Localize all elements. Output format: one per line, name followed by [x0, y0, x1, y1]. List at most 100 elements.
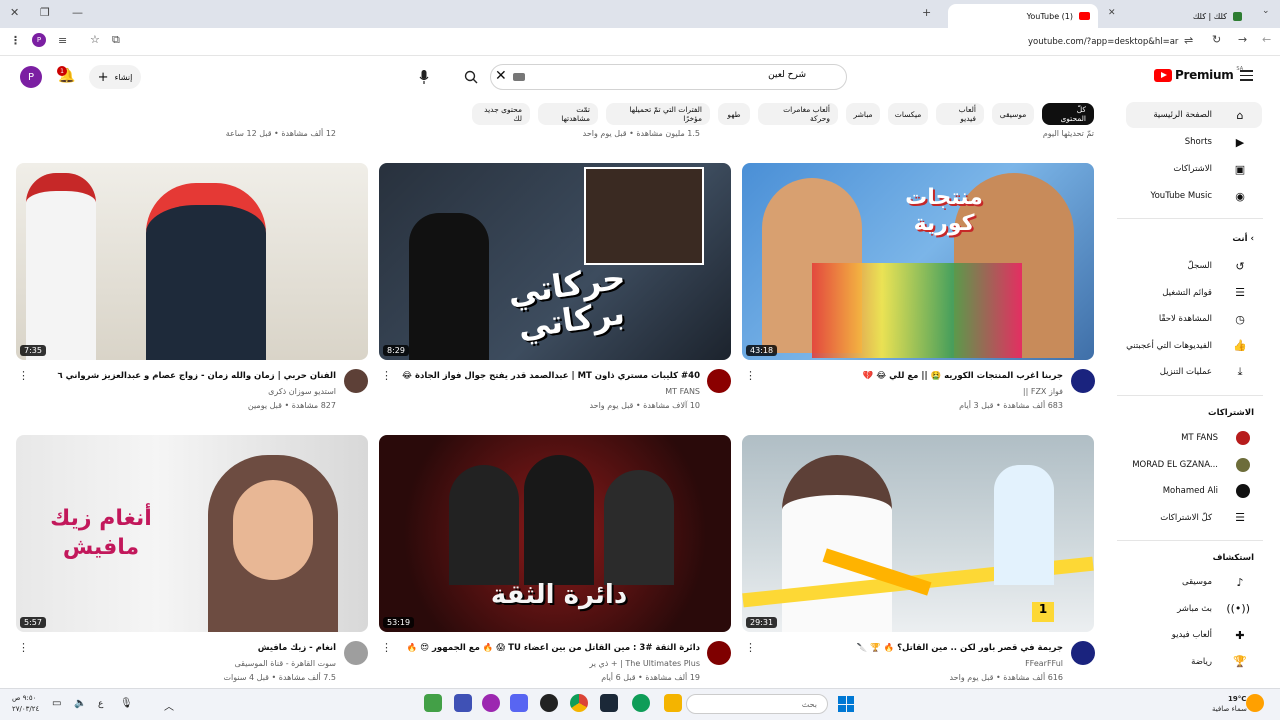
filter-chip[interactable]: محتوى جديد لك: [472, 103, 530, 125]
discord-taskbar-icon[interactable]: [510, 694, 528, 712]
more-options-icon[interactable]: ⋮: [381, 369, 392, 382]
chrome-taskbar-icon[interactable]: [570, 694, 588, 712]
back-icon[interactable]: →: [1238, 33, 1247, 46]
tray-chevron-icon[interactable]: ︿: [164, 698, 174, 713]
subscription-item[interactable]: MT FANS: [1126, 425, 1262, 451]
sidebar-item[interactable]: ((•)) بث مباشر: [1126, 596, 1262, 622]
sidebar-item[interactable]: ♪ موسيقى: [1126, 569, 1262, 595]
video-thumbnail[interactable]: منتجات كورية 43:18: [742, 163, 1094, 360]
more-options-icon[interactable]: ⋮: [745, 641, 756, 654]
tab-close-icon[interactable]: ✕: [1108, 8, 1116, 18]
search-icon[interactable]: [453, 64, 489, 90]
channel-name[interactable]: The Ultimates Plus | + ذي ير: [400, 659, 700, 668]
video-title[interactable]: الفنان حربي | زمان والله زمان - زواج عصا…: [36, 371, 336, 381]
account-avatar[interactable]: P: [20, 66, 42, 88]
video-title[interactable]: أنغام - زيك مافيش: [36, 643, 336, 653]
keyboard-icon[interactable]: [513, 73, 525, 81]
youtube-logo[interactable]: Premium SA: [1154, 66, 1243, 82]
input-language[interactable]: ع: [98, 699, 103, 709]
sidebar-item[interactable]: 👍 الفيديوهات التي أعجبتني: [1126, 333, 1262, 359]
tab-search-icon[interactable]: ⌄: [1262, 6, 1270, 16]
minimize-window-icon[interactable]: —: [72, 6, 83, 19]
reload-icon[interactable]: ↻: [1212, 33, 1221, 46]
video-thumbnail[interactable]: 7:35: [16, 163, 368, 360]
video-thumbnail[interactable]: حركاتي بركاتي 8:29: [379, 163, 731, 360]
address-url[interactable]: youtube.com/?app=desktop&hl=ar: [1028, 37, 1178, 47]
video-title[interactable]: دائرة الثقة #3 : مين القاتل من بين أعضاء…: [400, 643, 700, 653]
filter-chip[interactable]: ميكسات: [888, 103, 928, 125]
taskbar-app-icon[interactable]: [540, 694, 558, 712]
battery-icon[interactable]: ▭: [52, 698, 61, 709]
sidebar-item[interactable]: ☰ قوائم التشغيل: [1126, 280, 1262, 306]
channel-avatar[interactable]: [1071, 369, 1095, 393]
profile-avatar[interactable]: P: [32, 33, 46, 47]
channel-name[interactable]: فواز FZX ||: [763, 387, 1063, 396]
taskbar-app-icon[interactable]: [664, 694, 682, 712]
install-app-icon[interactable]: ⧉: [112, 33, 120, 47]
channel-name[interactable]: سوت القاهرة - قناة الموسيقى: [36, 659, 336, 668]
filter-chip[interactable]: تمّت مشاهدتها: [538, 103, 598, 125]
hamburger-menu-icon[interactable]: [1240, 70, 1253, 81]
subscription-item[interactable]: MORAD EL GZANA...: [1126, 452, 1262, 478]
taskbar-app-icon[interactable]: [454, 694, 472, 712]
video-thumbnail[interactable]: دائرة الثقة 53:19: [379, 435, 731, 632]
search-box[interactable]: ✕: [490, 64, 847, 90]
sidebar-item[interactable]: 🏆 رياضة: [1126, 649, 1262, 675]
filter-chip[interactable]: مباشر: [846, 103, 880, 125]
sidebar-item[interactable]: ↺ السجلّ: [1126, 253, 1262, 279]
clock-time[interactable]: ٩:٥٠ ص: [12, 694, 36, 702]
video-title[interactable]: جريمة في قصر باور لكن .. مين القاتل؟ 🔥 🏆…: [763, 643, 1063, 653]
taskbar-search[interactable]: بحث: [686, 694, 828, 714]
sidebar-item[interactable]: ◷ المشاهدة لاحقًا: [1126, 306, 1262, 332]
more-options-icon[interactable]: ⋮: [18, 641, 29, 654]
sidebar-item[interactable]: ⌂ الصفحة الرئيسية: [1126, 102, 1262, 128]
channel-name[interactable]: FFearFFul: [763, 659, 1063, 668]
filter-chip[interactable]: كلّ المحتوى: [1042, 103, 1094, 125]
mic-tray-icon[interactable]: 🎙: [120, 698, 133, 709]
clock-date[interactable]: ٢٧/٠٣/٢٤: [12, 705, 39, 713]
start-button-icon[interactable]: [838, 696, 854, 712]
channel-avatar[interactable]: [344, 641, 368, 665]
filter-chip[interactable]: ألعاب فيديو: [936, 103, 984, 125]
tab-other[interactable]: كلك | كلك: [1100, 4, 1250, 28]
video-thumbnail[interactable]: 1 29:31: [742, 435, 1094, 632]
filter-chip[interactable]: الفترات التي تمّ تحميلها مؤخرًا: [606, 103, 710, 125]
channel-avatar[interactable]: [1071, 641, 1095, 665]
video-title[interactable]: #40 كليبات مستري ذاون MT | عبدالصمد قدر …: [400, 371, 700, 381]
weather-icon[interactable]: [1246, 694, 1264, 712]
maximize-window-icon[interactable]: ❐: [40, 6, 50, 19]
subscription-item[interactable]: ☰ كلّ الاشتراكات: [1126, 505, 1262, 531]
taskbar-app-icon[interactable]: [482, 694, 500, 712]
close-window-icon[interactable]: ✕: [10, 6, 19, 19]
taskbar-app-icon[interactable]: [600, 694, 618, 712]
create-button[interactable]: إنشاء +: [89, 65, 141, 89]
taskbar-app-icon[interactable]: [632, 694, 650, 712]
more-options-icon[interactable]: ⋮: [381, 641, 392, 654]
more-options-icon[interactable]: ⋮: [18, 369, 29, 382]
filter-chip[interactable]: طهو: [718, 103, 750, 125]
video-thumbnail[interactable]: أنغام زيك مافيش 5:57: [16, 435, 368, 632]
volume-icon[interactable]: 🔈: [74, 698, 86, 709]
sidebar-item[interactable]: ▣ الاشتراكات: [1126, 156, 1262, 182]
new-tab-icon[interactable]: +: [922, 6, 931, 19]
sidebar-item[interactable]: ◉ YouTube Music: [1126, 183, 1262, 209]
forward-icon[interactable]: ←: [1262, 33, 1271, 46]
channel-avatar[interactable]: [344, 369, 368, 393]
channel-avatar[interactable]: [707, 641, 731, 665]
clear-search-icon[interactable]: ✕: [495, 68, 507, 84]
menu-dots-icon[interactable]: ⋮: [10, 34, 21, 47]
channel-name[interactable]: استديو سوزان ذكرى: [36, 387, 336, 396]
sidebar-you-heading[interactable]: › أنت: [1232, 234, 1254, 244]
tab-youtube[interactable]: (1) YouTube: [948, 4, 1098, 28]
video-title[interactable]: جربنا أغرب المنتجات الكوريه 🤮 || مع للي …: [763, 371, 1063, 381]
sidebar-item[interactable]: ⤓ عمليات التنزيل: [1126, 359, 1262, 385]
channel-avatar[interactable]: [707, 369, 731, 393]
voice-search-mic-icon[interactable]: [413, 64, 435, 90]
sidebar-item[interactable]: ▶ Shorts: [1126, 129, 1262, 155]
filter-chip[interactable]: ألعاب مغامرات وحركة: [758, 103, 838, 125]
more-options-icon[interactable]: ⋮: [745, 369, 756, 382]
bookmark-star-icon[interactable]: ☆: [90, 33, 100, 46]
subscription-item[interactable]: Mohamed Ali: [1126, 478, 1262, 504]
filter-chip[interactable]: موسيقى: [992, 103, 1034, 125]
media-icon[interactable]: ≡: [58, 34, 67, 47]
